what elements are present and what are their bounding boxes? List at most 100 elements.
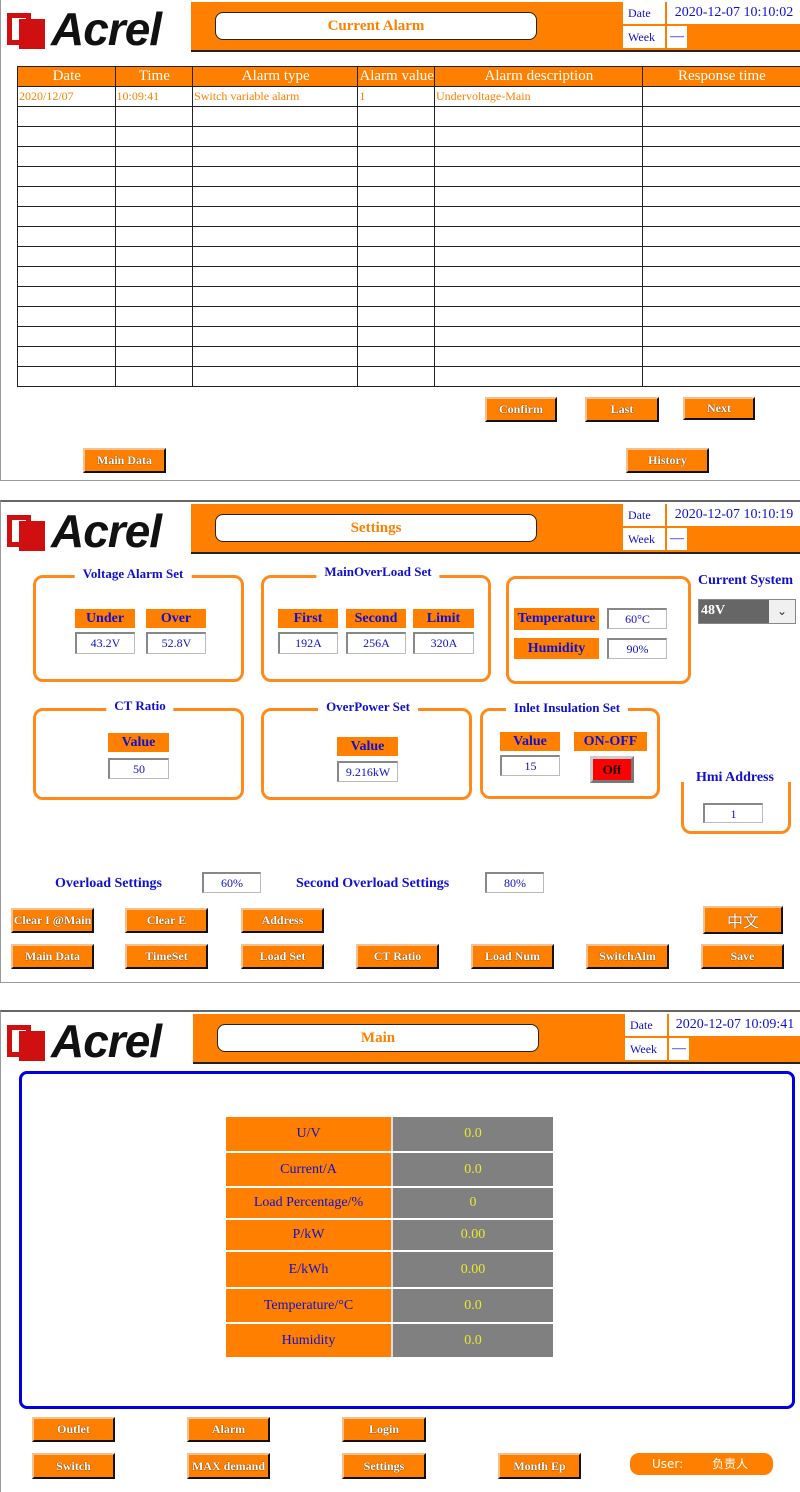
load-set-button[interactable]: Load Set bbox=[241, 944, 324, 969]
reading-row: P/kW 0.00 bbox=[226, 1219, 553, 1252]
outlet-button[interactable]: Outlet bbox=[32, 1417, 115, 1442]
table-cell bbox=[192, 326, 359, 347]
last-button[interactable]: Last bbox=[585, 397, 659, 422]
date-label: Date bbox=[623, 504, 665, 526]
settings-button[interactable]: Settings bbox=[342, 1453, 426, 1479]
table-cell bbox=[641, 166, 800, 187]
table-cell bbox=[114, 266, 194, 287]
user-label: User: bbox=[652, 1457, 684, 1471]
ct-value-label: Value bbox=[108, 733, 169, 752]
datetime-panel: Date 2020-12-07 10:10:19 Week — bbox=[623, 504, 800, 554]
table-cell bbox=[192, 106, 359, 127]
date-value: 2020-12-07 10:10:02 bbox=[667, 2, 800, 24]
table-cell bbox=[17, 206, 116, 227]
alarm-button[interactable]: Alarm bbox=[187, 1417, 270, 1442]
table-cell bbox=[17, 326, 116, 347]
hmi-address-input[interactable]: 1 bbox=[703, 803, 763, 823]
acrel-logo-icon bbox=[7, 9, 47, 49]
table-cell bbox=[433, 366, 643, 387]
week-label: Week bbox=[623, 26, 665, 48]
environment-group bbox=[506, 576, 691, 684]
table-cell bbox=[357, 326, 435, 347]
reading-label: E/kWh bbox=[226, 1251, 393, 1289]
onoff-toggle-button[interactable]: Off bbox=[590, 756, 634, 783]
load-num-button[interactable]: Load Num bbox=[471, 944, 554, 969]
inlet-insulation-input[interactable]: 15 bbox=[500, 755, 560, 776]
table-cell bbox=[357, 306, 435, 327]
current-system-label: Current System bbox=[698, 573, 794, 588]
time-set-button[interactable]: TimeSet bbox=[125, 944, 208, 969]
col-time: Time bbox=[114, 66, 194, 87]
login-button[interactable]: Login bbox=[342, 1417, 426, 1442]
overload-settings-input[interactable]: 60% bbox=[202, 872, 261, 893]
address-button[interactable]: Address bbox=[241, 908, 324, 933]
table-cell bbox=[114, 366, 194, 387]
switch-button[interactable]: Switch bbox=[32, 1453, 115, 1479]
table-row[interactable]: 2020/12/07 10:09:41 Switch variable alar… bbox=[17, 86, 800, 107]
under-voltage-input[interactable]: 43.2V bbox=[75, 632, 135, 654]
reading-row: Current/A 0.0 bbox=[226, 1152, 553, 1188]
over-power-input[interactable]: 9.216kW bbox=[337, 761, 398, 782]
table-row-empty bbox=[17, 226, 800, 247]
table-cell bbox=[192, 346, 359, 367]
voltage-alarm-title: Voltage Alarm Set bbox=[74, 566, 192, 582]
main-data-button[interactable]: Main Data bbox=[11, 944, 94, 969]
history-button[interactable]: History bbox=[626, 448, 709, 473]
acrel-logo-icon bbox=[7, 1021, 47, 1061]
reading-value: 0.00 bbox=[392, 1251, 553, 1289]
title-bar: Main bbox=[193, 1014, 625, 1064]
reading-value: 0.00 bbox=[392, 1219, 553, 1252]
second-overload-input[interactable]: 256A bbox=[346, 632, 406, 654]
table-row-empty bbox=[17, 266, 800, 287]
humidity-label: Humidity bbox=[514, 638, 599, 659]
main-data-button[interactable]: Main Data bbox=[83, 448, 166, 473]
confirm-button[interactable]: Confirm bbox=[485, 397, 557, 422]
table-row-empty bbox=[17, 126, 800, 147]
col-alarm-value: Alarm value bbox=[357, 66, 435, 87]
cell-alarm-value: 1 bbox=[357, 86, 435, 107]
switch-alm-button[interactable]: SwitchAlm bbox=[586, 944, 669, 969]
save-button[interactable]: Save bbox=[701, 944, 784, 969]
chevron-down-icon[interactable]: ⌄ bbox=[769, 600, 795, 623]
max-demand-button[interactable]: MAX demand bbox=[187, 1453, 270, 1479]
reading-label: Temperature/°C bbox=[226, 1288, 393, 1324]
table-cell bbox=[641, 206, 800, 227]
table-cell bbox=[357, 246, 435, 267]
ct-ratio-button[interactable]: CT Ratio bbox=[356, 944, 439, 969]
first-overload-input[interactable]: 192A bbox=[278, 632, 338, 654]
temperature-input[interactable]: 60°C bbox=[607, 608, 667, 629]
reading-value: 0.0 bbox=[392, 1288, 553, 1324]
reading-row: Load Percentage/% 0 bbox=[226, 1187, 553, 1220]
clear-e-button[interactable]: Clear E bbox=[125, 908, 208, 933]
logo-text: Acrel bbox=[51, 1015, 162, 1067]
over-power-value-label: Value bbox=[337, 737, 398, 756]
ct-ratio-input[interactable]: 50 bbox=[108, 758, 169, 779]
current-system-value: 48V bbox=[701, 603, 726, 618]
table-cell bbox=[357, 286, 435, 307]
current-system-select[interactable]: 48V ⌄ bbox=[698, 599, 796, 624]
language-button[interactable]: 中文 bbox=[703, 906, 783, 934]
reading-row: E/kWh 0.00 bbox=[226, 1251, 553, 1289]
reading-label: Load Percentage/% bbox=[226, 1187, 393, 1220]
table-cell bbox=[433, 146, 643, 167]
table-cell bbox=[114, 346, 194, 367]
table-cell bbox=[114, 206, 194, 227]
clear-i-main-button[interactable]: Clear I @Main bbox=[11, 908, 94, 933]
table-cell bbox=[641, 326, 800, 347]
reading-label: Humidity bbox=[226, 1323, 393, 1359]
date-label: Date bbox=[625, 1014, 667, 1036]
table-cell bbox=[357, 126, 435, 147]
table-cell bbox=[192, 206, 359, 227]
limit-overload-input[interactable]: 320A bbox=[413, 632, 474, 654]
reading-label: U/V bbox=[226, 1117, 393, 1153]
month-ep-button[interactable]: Month Ep bbox=[498, 1453, 581, 1479]
table-cell bbox=[192, 306, 359, 327]
table-cell bbox=[357, 106, 435, 127]
second-overload-settings-input[interactable]: 80% bbox=[485, 872, 544, 893]
humidity-input[interactable]: 90% bbox=[607, 638, 667, 659]
inlet-insulation-group bbox=[480, 708, 660, 799]
over-voltage-input[interactable]: 52.8V bbox=[146, 632, 206, 654]
next-button[interactable]: Next bbox=[683, 397, 755, 420]
table-row-empty bbox=[17, 286, 800, 307]
second-overload-settings-label: Second Overload Settings bbox=[296, 876, 450, 891]
